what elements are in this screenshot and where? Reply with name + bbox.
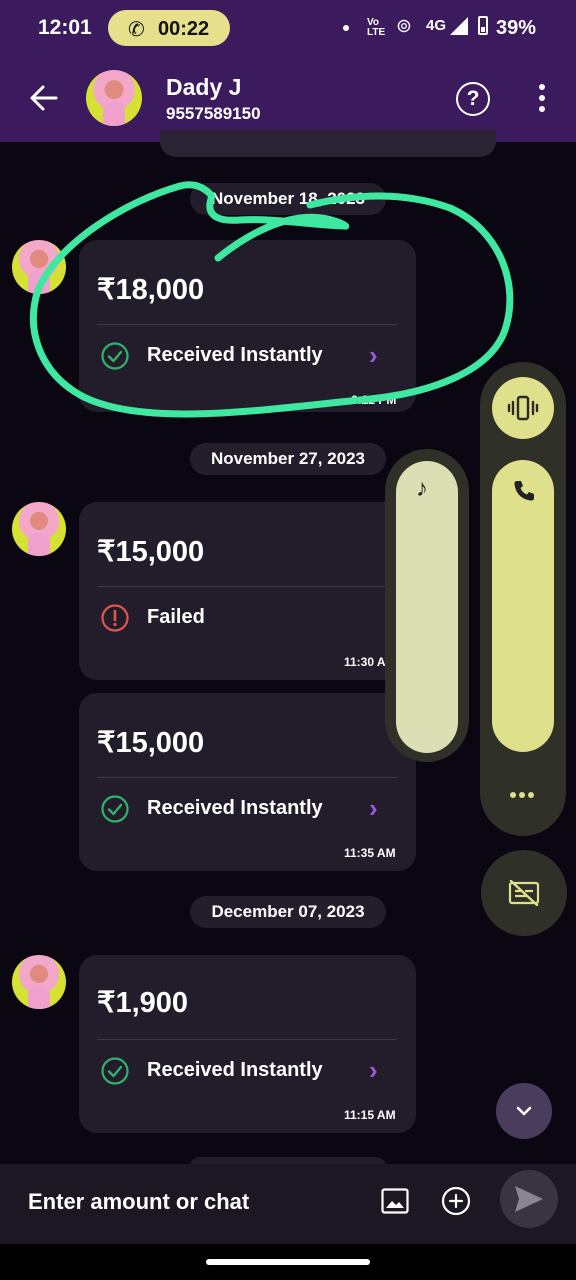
payment-card[interactable]: ₹1,900 Received Instantly › 11:15 AM	[79, 955, 416, 1133]
card-divider	[97, 586, 397, 587]
image-icon[interactable]	[381, 1188, 409, 1214]
date-separator: December 07, 2023	[190, 896, 386, 928]
captions-off-icon	[508, 880, 540, 906]
sender-avatar	[12, 955, 66, 1009]
message-time: 6:22 PM	[351, 393, 397, 407]
sender-avatar	[12, 502, 66, 556]
date-separator: November 27, 2023	[190, 443, 386, 475]
success-check-icon	[101, 1057, 129, 1085]
message-time: 11:35 AM	[344, 846, 396, 860]
volume-settings-more-icon[interactable]	[510, 785, 540, 798]
contact-phone: 9557589150	[166, 104, 261, 123]
chat-input[interactable]: Enter amount or chat	[28, 1189, 249, 1215]
help-icon[interactable]: ?	[456, 82, 490, 116]
payment-amount: ₹15,000	[97, 727, 205, 759]
date-separator: November 18, 2023	[190, 183, 386, 215]
payment-status: Failed	[147, 606, 205, 628]
card-divider	[97, 324, 397, 325]
error-icon	[101, 604, 129, 632]
payment-status: Received Instantly	[147, 344, 323, 366]
contact-avatar[interactable]	[86, 70, 142, 126]
message-time: 11:15 AM	[344, 1108, 396, 1122]
payment-card[interactable]: ₹15,000 Failed 11:30 AM	[79, 502, 416, 680]
send-button[interactable]	[500, 1170, 558, 1228]
chevron-right-icon[interactable]: ›	[369, 793, 378, 824]
add-icon[interactable]	[441, 1186, 471, 1216]
payment-amount: ₹15,000	[97, 536, 205, 568]
phone-icon: ✆	[128, 19, 145, 41]
status-time: 12:01	[38, 16, 92, 39]
volte-icon: Vo LTE	[367, 17, 386, 38]
scroll-to-bottom-button[interactable]	[496, 1083, 552, 1139]
network-type: 4G	[426, 17, 447, 34]
sender-avatar	[12, 240, 66, 294]
payment-amount: ₹18,000	[97, 274, 205, 306]
chevron-right-icon[interactable]: ›	[369, 1055, 378, 1086]
music-note-icon: ♪	[416, 475, 428, 502]
ongoing-call-chip[interactable]: ✆ 00:22	[108, 10, 230, 46]
signal-icon	[450, 17, 468, 35]
media-volume-slider[interactable]: ♪	[396, 461, 458, 753]
payment-status: Received Instantly	[147, 1059, 323, 1081]
payment-card[interactable]: ₹18,000 Received Instantly › 6:22 PM	[79, 240, 416, 412]
card-divider	[97, 777, 397, 778]
vibrate-icon	[507, 395, 539, 421]
vibrate-mode-button[interactable]	[492, 377, 554, 439]
back-arrow-icon[interactable]	[26, 80, 62, 116]
live-caption-button[interactable]	[481, 850, 567, 936]
ring-volume-slider[interactable]	[492, 460, 554, 752]
chevron-right-icon[interactable]: ›	[369, 340, 378, 371]
contact-name[interactable]: Dady J	[166, 74, 241, 101]
payment-amount: ₹1,900	[97, 987, 189, 1019]
success-check-icon	[101, 795, 129, 823]
notification-dot-icon	[343, 25, 349, 31]
payment-card[interactable]: ₹15,000 Received Instantly › 11:35 AM	[79, 693, 416, 871]
call-timer: 00:22	[158, 18, 210, 40]
battery-icon	[478, 16, 488, 35]
battery-percent: 39%	[496, 17, 537, 39]
phone-icon	[514, 481, 534, 501]
payment-status: Received Instantly	[147, 797, 323, 819]
chevron-down-icon	[516, 1106, 532, 1116]
send-icon	[515, 1186, 543, 1212]
previous-message-bubble	[160, 130, 496, 157]
card-divider	[97, 1039, 397, 1040]
home-indicator[interactable]	[206, 1259, 370, 1265]
hotspot-icon: ⊚	[396, 16, 412, 37]
more-options-icon[interactable]	[530, 84, 554, 114]
success-check-icon	[101, 342, 129, 370]
